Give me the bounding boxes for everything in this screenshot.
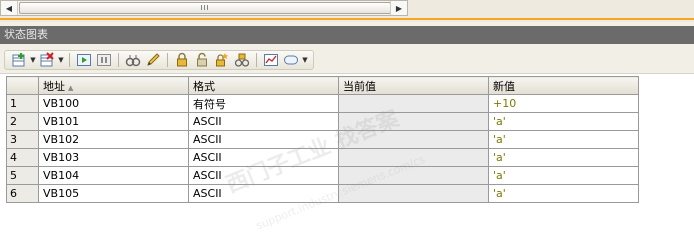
format-cell[interactable]: ASCII (188, 112, 339, 131)
format-cell[interactable]: ASCII (188, 184, 339, 203)
row-number[interactable]: 6 (6, 184, 39, 203)
header-current-value[interactable]: 当前值 (338, 76, 489, 95)
force-icon[interactable] (173, 51, 191, 69)
format-cell[interactable]: ASCII (188, 130, 339, 149)
format-cell[interactable]: 有符号 (188, 94, 339, 113)
horizontal-scrollbar[interactable]: ◀ III ▶ (0, 0, 408, 16)
table-row: 4 VB103 ASCII 'a' (6, 148, 639, 167)
address-cell[interactable]: VB102 (38, 130, 189, 149)
toolbar: ▼ ▼ ▼ (0, 44, 694, 74)
header-address[interactable]: 地址 ▲ (38, 76, 189, 95)
table-row: 1 VB100 有符号 +10 (6, 94, 639, 113)
toolbar-strip: ▼ ▼ ▼ (4, 50, 314, 70)
top-scroll-area: ◀ III ▶ (0, 0, 694, 22)
scrollbar-thumb[interactable]: III (19, 2, 391, 14)
format-cell[interactable]: ASCII (188, 166, 339, 185)
panel-title: 状态图表 (0, 26, 694, 44)
read-all-forced-icon[interactable] (233, 51, 251, 69)
table-row: 3 VB102 ASCII 'a' (6, 130, 639, 149)
format-cell[interactable]: ASCII (188, 148, 339, 167)
delete-dropdown-icon[interactable]: ▼ (57, 51, 65, 69)
active-tab-indicator (0, 18, 694, 20)
address-cell[interactable]: VB103 (38, 148, 189, 167)
toolbar-separator (167, 53, 168, 67)
insert-row-icon[interactable] (10, 51, 28, 69)
header-new-value[interactable]: 新值 (488, 76, 639, 95)
new-value-cell[interactable]: 'a' (488, 130, 639, 149)
chart-run-icon[interactable] (75, 51, 93, 69)
toolbar-separator (118, 53, 119, 67)
row-number[interactable]: 2 (6, 112, 39, 131)
new-value-cell[interactable]: 'a' (488, 166, 639, 185)
new-value-cell[interactable]: 'a' (488, 184, 639, 203)
scroll-right-icon[interactable]: ▶ (390, 1, 407, 15)
current-value-cell (338, 184, 489, 203)
status-chart-grid-area: 地址 ▲ 格式 当前值 新值 1 VB100 有符号 +10 2 VB101 AS… (0, 74, 694, 250)
new-value-cell[interactable]: 'a' (488, 112, 639, 131)
sort-ascending-icon: ▲ (68, 83, 74, 92)
current-value-cell (338, 130, 489, 149)
new-value-cell[interactable]: +10 (488, 94, 639, 113)
scroll-left-icon[interactable]: ◀ (1, 1, 18, 15)
address-cell[interactable]: VB104 (38, 166, 189, 185)
row-number[interactable]: 5 (6, 166, 39, 185)
row-number[interactable]: 3 (6, 130, 39, 149)
new-value-cell[interactable]: 'a' (488, 148, 639, 167)
address-cell[interactable]: VB100 (38, 94, 189, 113)
header-format[interactable]: 格式 (188, 76, 339, 95)
delete-row-icon[interactable] (38, 51, 56, 69)
tooltip-icon[interactable] (282, 51, 300, 69)
status-chart-table: 地址 ▲ 格式 当前值 新值 1 VB100 有符号 +10 2 VB101 AS… (6, 76, 639, 203)
chart-pause-icon[interactable] (95, 51, 113, 69)
trend-view-icon[interactable] (262, 51, 280, 69)
table-header-row: 地址 ▲ 格式 当前值 新值 (6, 76, 639, 95)
header-rownum[interactable] (6, 76, 39, 95)
unforce-icon[interactable] (193, 51, 211, 69)
toolbar-separator (69, 53, 70, 67)
toolbar-separator (256, 53, 257, 67)
address-cell[interactable]: VB105 (38, 184, 189, 203)
read-icon[interactable] (124, 51, 142, 69)
unforce-all-icon[interactable] (213, 51, 231, 69)
table-row: 2 VB101 ASCII 'a' (6, 112, 639, 131)
current-value-cell (338, 148, 489, 167)
table-row: 6 VB105 ASCII 'a' (6, 184, 639, 203)
table-row: 5 VB104 ASCII 'a' (6, 166, 639, 185)
current-value-cell (338, 94, 489, 113)
write-icon[interactable] (144, 51, 162, 69)
insert-dropdown-icon[interactable]: ▼ (29, 51, 37, 69)
row-number[interactable]: 4 (6, 148, 39, 167)
current-value-cell (338, 112, 489, 131)
row-number[interactable]: 1 (6, 94, 39, 113)
header-address-label: 地址 (43, 79, 65, 93)
address-cell[interactable]: VB101 (38, 112, 189, 131)
tooltip-dropdown-icon[interactable]: ▼ (301, 51, 309, 69)
current-value-cell (338, 166, 489, 185)
